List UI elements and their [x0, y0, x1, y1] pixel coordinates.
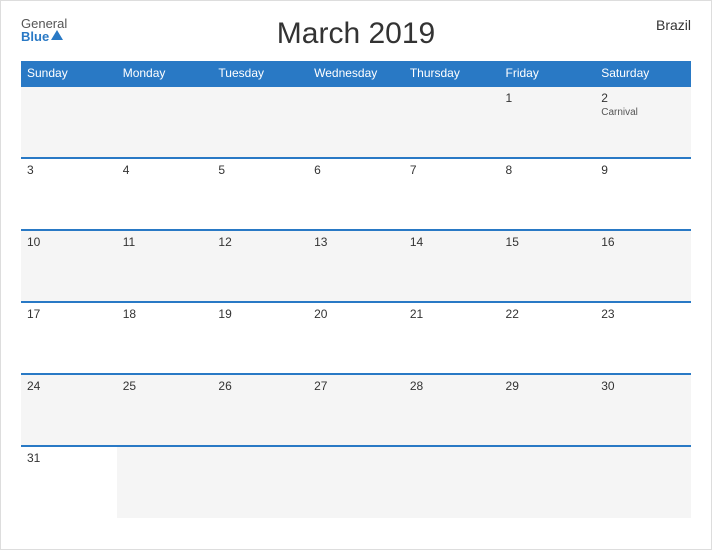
day-number: 11 — [123, 235, 207, 249]
calendar-cell: 20 — [308, 302, 404, 374]
calendar-cell — [500, 446, 596, 518]
calendar-cell: 2 Carnival — [595, 86, 691, 158]
day-number: 31 — [27, 451, 111, 465]
day-number: 8 — [506, 163, 590, 177]
col-friday: Friday — [500, 61, 596, 86]
calendar-cell — [404, 86, 500, 158]
logo: General Blue — [21, 17, 67, 43]
calendar-cell: 4 — [117, 158, 213, 230]
calendar-cell: 15 — [500, 230, 596, 302]
day-number: 25 — [123, 379, 207, 393]
calendar-cell: 11 — [117, 230, 213, 302]
day-number: 27 — [314, 379, 398, 393]
calendar-cell: 26 — [212, 374, 308, 446]
calendar-cell: 14 — [404, 230, 500, 302]
day-number: 10 — [27, 235, 111, 249]
calendar-cell: 18 — [117, 302, 213, 374]
calendar-cell: 24 — [21, 374, 117, 446]
calendar-table: Sunday Monday Tuesday Wednesday Thursday… — [21, 61, 691, 518]
calendar-cell: 6 — [308, 158, 404, 230]
day-number: 3 — [27, 163, 111, 177]
col-tuesday: Tuesday — [212, 61, 308, 86]
calendar-cell — [21, 86, 117, 158]
day-number: 17 — [27, 307, 111, 321]
logo-triangle-icon — [51, 30, 63, 40]
day-number: 14 — [410, 235, 494, 249]
col-sunday: Sunday — [21, 61, 117, 86]
calendar-cell: 25 — [117, 374, 213, 446]
calendar-cell: 1 — [500, 86, 596, 158]
day-number: 21 — [410, 307, 494, 321]
calendar-cell: 7 — [404, 158, 500, 230]
calendar-cell: 28 — [404, 374, 500, 446]
day-number: 24 — [27, 379, 111, 393]
calendar-cell: 21 — [404, 302, 500, 374]
calendar-cell — [308, 86, 404, 158]
calendar-cell: 5 — [212, 158, 308, 230]
calendar-cell: 3 — [21, 158, 117, 230]
day-number: 29 — [506, 379, 590, 393]
day-number: 6 — [314, 163, 398, 177]
day-number: 20 — [314, 307, 398, 321]
day-number: 30 — [601, 379, 685, 393]
day-number: 2 — [601, 91, 685, 105]
logo-blue-text: Blue — [21, 30, 49, 43]
day-number: 1 — [506, 91, 590, 105]
calendar-week-row: 31 — [21, 446, 691, 518]
calendar-cell: 30 — [595, 374, 691, 446]
day-number: 19 — [218, 307, 302, 321]
day-number: 4 — [123, 163, 207, 177]
calendar-cell: 16 — [595, 230, 691, 302]
calendar-cell — [595, 446, 691, 518]
day-number: 13 — [314, 235, 398, 249]
day-number: 5 — [218, 163, 302, 177]
calendar-header-row: Sunday Monday Tuesday Wednesday Thursday… — [21, 61, 691, 86]
col-monday: Monday — [117, 61, 213, 86]
calendar-cell: 9 — [595, 158, 691, 230]
calendar-cell: 31 — [21, 446, 117, 518]
day-number: 28 — [410, 379, 494, 393]
calendar-cell — [308, 446, 404, 518]
calendar-cell: 17 — [21, 302, 117, 374]
day-number: 9 — [601, 163, 685, 177]
calendar-week-row: 12 Carnival — [21, 86, 691, 158]
calendar-cell: 19 — [212, 302, 308, 374]
calendar-title: March 2019 — [277, 17, 435, 51]
calendar-cell — [212, 446, 308, 518]
day-number: 22 — [506, 307, 590, 321]
calendar-cell: 10 — [21, 230, 117, 302]
calendar-week-row: 3456789 — [21, 158, 691, 230]
day-number: 26 — [218, 379, 302, 393]
col-saturday: Saturday — [595, 61, 691, 86]
calendar-cell — [404, 446, 500, 518]
calendar-container: General Blue March 2019 Brazil Sunday Mo… — [0, 0, 712, 550]
calendar-cell: 8 — [500, 158, 596, 230]
day-number: 15 — [506, 235, 590, 249]
day-number: 18 — [123, 307, 207, 321]
day-number: 12 — [218, 235, 302, 249]
calendar-week-row: 24 25 26 27 28 29 30 — [21, 374, 691, 446]
day-number: 23 — [601, 307, 685, 321]
calendar-week-row: 17 18 19 20 21 22 23 — [21, 302, 691, 374]
calendar-cell — [117, 86, 213, 158]
col-wednesday: Wednesday — [308, 61, 404, 86]
event-label: Carnival — [601, 107, 685, 118]
calendar-cell: 27 — [308, 374, 404, 446]
calendar-cell: 13 — [308, 230, 404, 302]
day-number: 16 — [601, 235, 685, 249]
calendar-cell: 23 — [595, 302, 691, 374]
calendar-cell — [212, 86, 308, 158]
calendar-cell — [117, 446, 213, 518]
calendar-cell: 29 — [500, 374, 596, 446]
calendar-header: General Blue March 2019 Brazil — [21, 17, 691, 51]
day-number: 7 — [410, 163, 494, 177]
col-thursday: Thursday — [404, 61, 500, 86]
calendar-cell: 22 — [500, 302, 596, 374]
calendar-week-row: 10 11 12 13 14 15 16 — [21, 230, 691, 302]
country-label: Brazil — [656, 17, 691, 33]
calendar-cell: 12 — [212, 230, 308, 302]
